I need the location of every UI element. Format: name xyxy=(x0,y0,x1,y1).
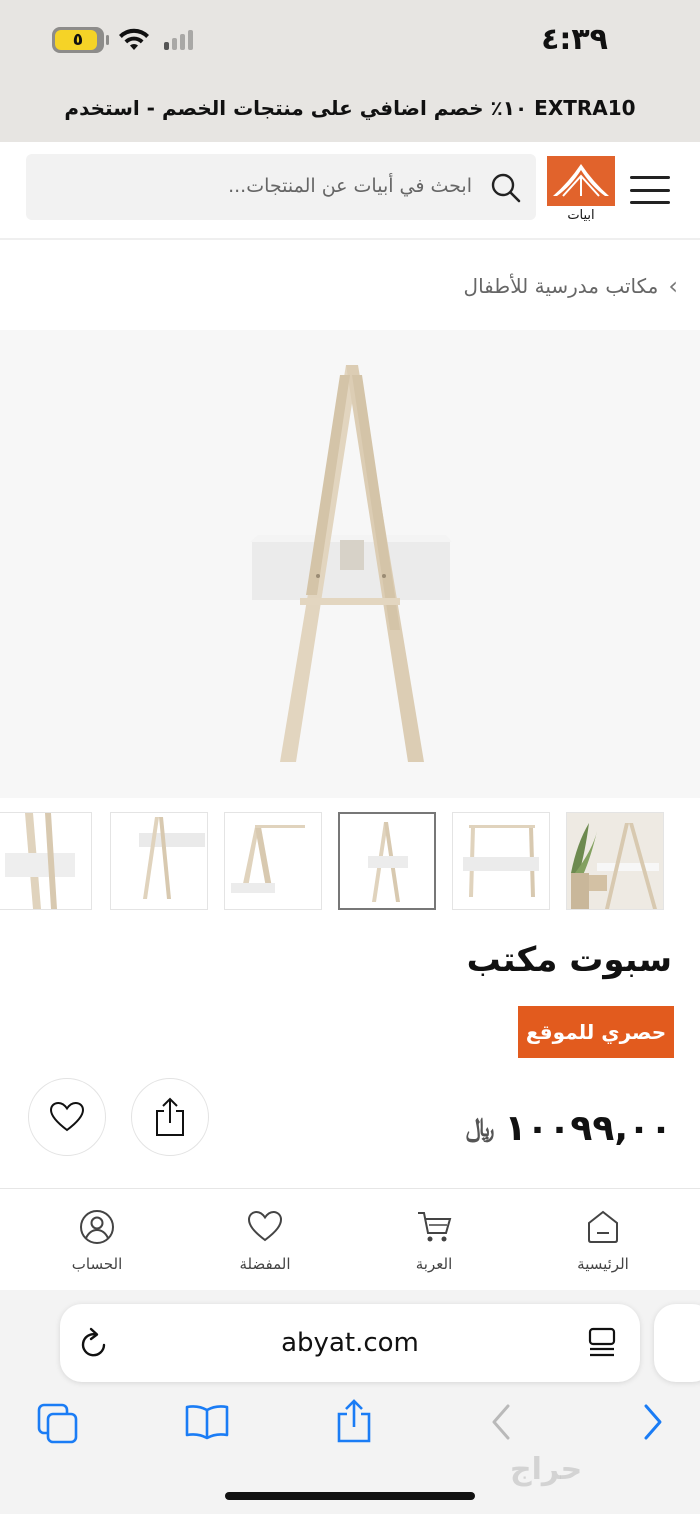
menu-icon-line xyxy=(630,201,670,204)
home-indicator xyxy=(225,1492,475,1500)
url-text[interactable]: abyat.com xyxy=(60,1328,640,1358)
bottom-nav: الرئيسية العربة المفضلة الحساب xyxy=(0,1188,700,1290)
cellular-signal-icon xyxy=(164,30,193,50)
home-icon xyxy=(588,1210,618,1243)
product-thumbnail-selected[interactable] xyxy=(338,812,436,910)
menu-button[interactable] xyxy=(630,176,670,204)
nav-label: الرئيسية xyxy=(577,1255,629,1273)
price-block: ﷼ ١٠٠٩٩,٠٠ xyxy=(466,1108,672,1149)
heart-icon xyxy=(247,1210,283,1242)
logo-text: ابيات xyxy=(567,208,595,223)
breadcrumb-label[interactable]: مكاتب مدرسية للأطفال xyxy=(464,274,659,298)
bookmarks-icon[interactable] xyxy=(184,1402,230,1442)
product-thumbnail[interactable] xyxy=(110,812,208,910)
nav-label: الحساب xyxy=(71,1255,123,1273)
menu-icon-line xyxy=(630,176,670,179)
share-icon[interactable] xyxy=(334,1398,374,1444)
thumbnail-strip xyxy=(0,812,700,912)
wifi-icon xyxy=(119,28,149,50)
search-icon[interactable] xyxy=(490,172,522,204)
nav-label: العربة xyxy=(415,1255,453,1273)
site-header: ابيات ابحث في أبيات عن المنتجات... xyxy=(0,142,700,240)
share-button[interactable] xyxy=(131,1078,209,1156)
product-main-image[interactable] xyxy=(0,330,700,798)
product-thumbnail[interactable] xyxy=(566,812,664,910)
promo-banner[interactable]: ١٠٪ خصم اضافي على منتجات الخصم - استخدم … xyxy=(0,96,700,120)
product-thumbnail[interactable] xyxy=(0,812,92,910)
cart-icon xyxy=(418,1212,452,1242)
nav-account[interactable]: الحساب xyxy=(42,1209,152,1273)
watermark: حراج xyxy=(510,1452,583,1487)
share-icon xyxy=(156,1097,184,1136)
price-value: ١٠٠٩٩,٠٠ xyxy=(504,1108,672,1149)
wishlist-button[interactable] xyxy=(28,1078,106,1156)
heart-icon xyxy=(49,1101,85,1132)
nav-label: المفضلة xyxy=(239,1255,291,1273)
battery-icon: ٥ xyxy=(52,27,109,53)
breadcrumb[interactable]: › مكاتب مدرسية للأطفال xyxy=(464,272,678,300)
next-tab-preview[interactable] xyxy=(654,1304,700,1382)
search-input[interactable]: ابحث في أبيات عن المنتجات... xyxy=(228,175,472,197)
nav-cart[interactable]: العربة xyxy=(379,1209,489,1273)
account-icon xyxy=(80,1210,114,1244)
status-time: ٤:٣٩ xyxy=(541,22,608,57)
nav-home[interactable]: الرئيسية xyxy=(548,1209,658,1273)
nav-favorites[interactable]: المفضلة xyxy=(210,1209,320,1273)
product-thumbnail[interactable] xyxy=(452,812,550,910)
logo-mark xyxy=(547,156,615,206)
site-logo[interactable]: ابيات xyxy=(547,156,615,228)
product-thumbnail[interactable] xyxy=(224,812,322,910)
product-title: سبوت مكتب xyxy=(466,940,672,980)
currency-symbol: ﷼ xyxy=(465,1113,495,1143)
tabs-icon[interactable] xyxy=(36,1402,80,1444)
search-bar[interactable]: ابحث في أبيات عن المنتجات... xyxy=(26,154,536,220)
back-arrow-icon[interactable] xyxy=(488,1402,514,1442)
top-area: ٥ ٤:٣٩ ١٠٪ خصم اضافي على منتجات الخصم - … xyxy=(0,0,700,142)
status-icons: ٥ xyxy=(52,27,193,53)
reader-mode-icon[interactable] xyxy=(586,1326,618,1360)
battery-level: ٥ xyxy=(72,30,84,50)
chevron-right-icon: › xyxy=(668,272,678,300)
exclusive-badge: حصري للموقع xyxy=(518,1006,674,1058)
menu-icon-line xyxy=(630,188,670,192)
address-bar[interactable]: abyat.com xyxy=(60,1304,640,1382)
forward-arrow-icon[interactable] xyxy=(640,1402,666,1442)
browser-chrome: abyat.com xyxy=(0,1290,700,1514)
